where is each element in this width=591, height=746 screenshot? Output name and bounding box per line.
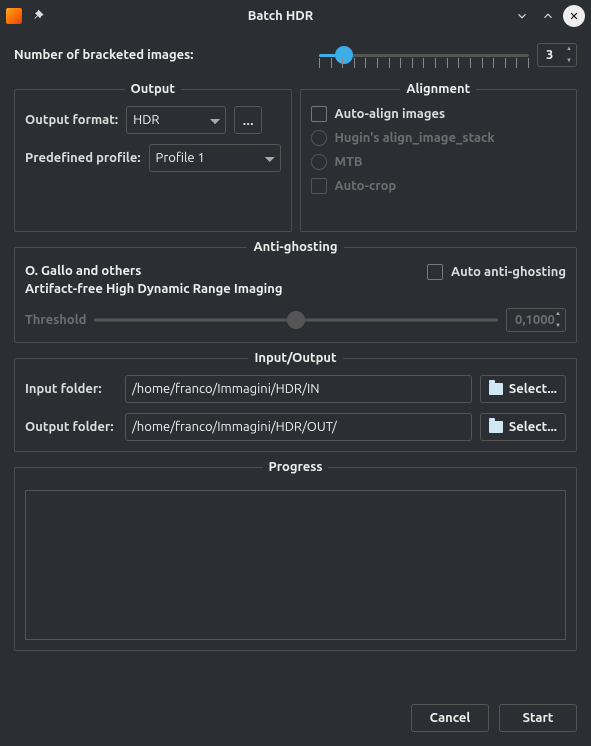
auto-crop-label: Auto-crop	[335, 179, 397, 193]
folder-icon	[489, 383, 503, 395]
threshold-slider-handle	[287, 311, 305, 329]
antighost-desc: Artifact-free High Dynamic Range Imaging	[25, 282, 283, 296]
spin-down-icon[interactable]: ▼	[565, 58, 573, 64]
progress-legend: Progress	[263, 460, 329, 474]
input-folder-field[interactable]	[125, 375, 472, 403]
threshold-spinbox: 0,1000 ▲▼	[506, 308, 566, 332]
input-folder-label: Input folder:	[25, 382, 117, 396]
io-legend: Input/Output	[248, 351, 342, 365]
output-format-combo[interactable]: HDR	[126, 106, 226, 134]
close-icon[interactable]	[563, 5, 585, 27]
bracket-row: Number of bracketed images: 3 ▲ ▼	[14, 40, 577, 70]
threshold-label: Threshold	[25, 313, 86, 327]
mtb-radio	[311, 154, 327, 170]
auto-antighost-label: Auto anti-ghosting	[451, 265, 566, 279]
output-group: Output Output format: HDR ... Predefined…	[14, 82, 292, 232]
output-legend: Output	[125, 82, 181, 96]
alignment-group: Alignment Auto-align images Hugin's alig…	[300, 82, 578, 232]
titlebar: Batch HDR	[0, 0, 591, 32]
minimize-icon[interactable]	[511, 5, 533, 27]
predefined-profile-label: Predefined profile:	[25, 151, 141, 165]
antighost-group: Anti-ghosting O. Gallo and others Artifa…	[14, 240, 577, 343]
auto-align-checkbox[interactable]	[311, 106, 327, 122]
predefined-profile-combo[interactable]: Profile 1	[149, 144, 281, 172]
mtb-label: MTB	[335, 155, 363, 169]
threshold-value: 0,1000	[515, 313, 555, 327]
antighost-legend: Anti-ghosting	[247, 240, 343, 254]
alignment-legend: Alignment	[400, 82, 476, 96]
threshold-slider	[94, 310, 498, 330]
output-align-row: Output Output format: HDR ... Predefined…	[14, 82, 577, 232]
hugin-radio	[311, 130, 327, 146]
hugin-label: Hugin's align_image_stack	[335, 131, 495, 145]
antighost-author: O. Gallo and others	[25, 264, 283, 278]
bracket-spinbox[interactable]: 3 ▲ ▼	[537, 43, 577, 67]
app-icon	[6, 8, 22, 24]
bracket-value: 3	[546, 48, 553, 62]
maximize-icon[interactable]	[537, 5, 559, 27]
auto-antighost-checkbox[interactable]	[427, 264, 443, 280]
pin-icon[interactable]	[28, 5, 50, 27]
window: Batch HDR Number of bracketed images: 3 …	[0, 0, 591, 746]
cancel-button[interactable]: Cancel	[411, 704, 489, 732]
output-select-button[interactable]: Select...	[480, 413, 566, 441]
progress-group: Progress	[14, 460, 577, 651]
auto-align-label: Auto-align images	[335, 107, 446, 121]
spin-up-icon[interactable]: ▲	[565, 46, 573, 52]
window-title: Batch HDR	[54, 9, 507, 23]
folder-icon	[489, 421, 503, 433]
auto-crop-checkbox	[311, 178, 327, 194]
io-group: Input/Output Input folder: Select... Out…	[14, 351, 577, 452]
output-format-more-button[interactable]: ...	[234, 106, 262, 134]
bracket-label: Number of bracketed images:	[14, 48, 193, 62]
footer: Cancel Start	[14, 704, 577, 732]
bracket-slider[interactable]	[319, 40, 529, 70]
progress-log	[25, 490, 566, 640]
output-format-label: Output format:	[25, 113, 118, 127]
output-folder-field[interactable]	[125, 413, 472, 441]
start-button[interactable]: Start	[499, 704, 577, 732]
output-folder-label: Output folder:	[25, 420, 117, 434]
input-select-button[interactable]: Select...	[480, 375, 566, 403]
content: Number of bracketed images: 3 ▲ ▼ Output …	[0, 32, 591, 746]
